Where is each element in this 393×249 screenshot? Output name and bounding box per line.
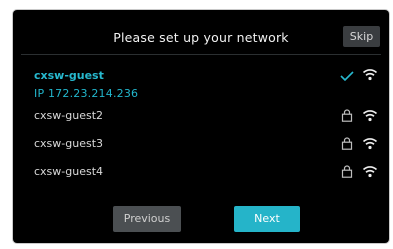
wifi-icon xyxy=(362,166,378,178)
network-item-cxsw-guest[interactable]: cxsw-guest IP 172.23.214.236 xyxy=(13,58,389,104)
network-name: cxsw-guest2 xyxy=(34,109,104,122)
lock-icon xyxy=(341,109,353,122)
header: Please set up your network Skip xyxy=(13,10,389,54)
check-icon xyxy=(340,71,354,81)
network-ip-address: IP 172.23.214.236 xyxy=(34,87,139,100)
network-name: cxsw-guest3 xyxy=(34,137,104,150)
network-item-cxsw-guest4[interactable]: cxsw-guest4 xyxy=(13,162,389,186)
wifi-icon xyxy=(362,138,378,150)
previous-button[interactable]: Previous xyxy=(113,206,181,232)
network-setup-screen: Please set up your network Skip cxsw-gue… xyxy=(13,10,389,243)
wifi-icon xyxy=(362,110,378,122)
lock-icon xyxy=(341,165,353,178)
network-item-cxsw-guest3[interactable]: cxsw-guest3 xyxy=(13,134,389,158)
network-name: cxsw-guest xyxy=(34,69,104,82)
next-button[interactable]: Next xyxy=(234,206,300,232)
skip-button[interactable]: Skip xyxy=(343,26,380,47)
network-name: cxsw-guest4 xyxy=(34,165,104,178)
network-item-cxsw-guest2[interactable]: cxsw-guest2 xyxy=(13,106,389,130)
lock-icon xyxy=(341,137,353,150)
header-divider xyxy=(21,54,381,55)
page-title: Please set up your network xyxy=(113,30,289,45)
wifi-icon xyxy=(362,69,378,81)
